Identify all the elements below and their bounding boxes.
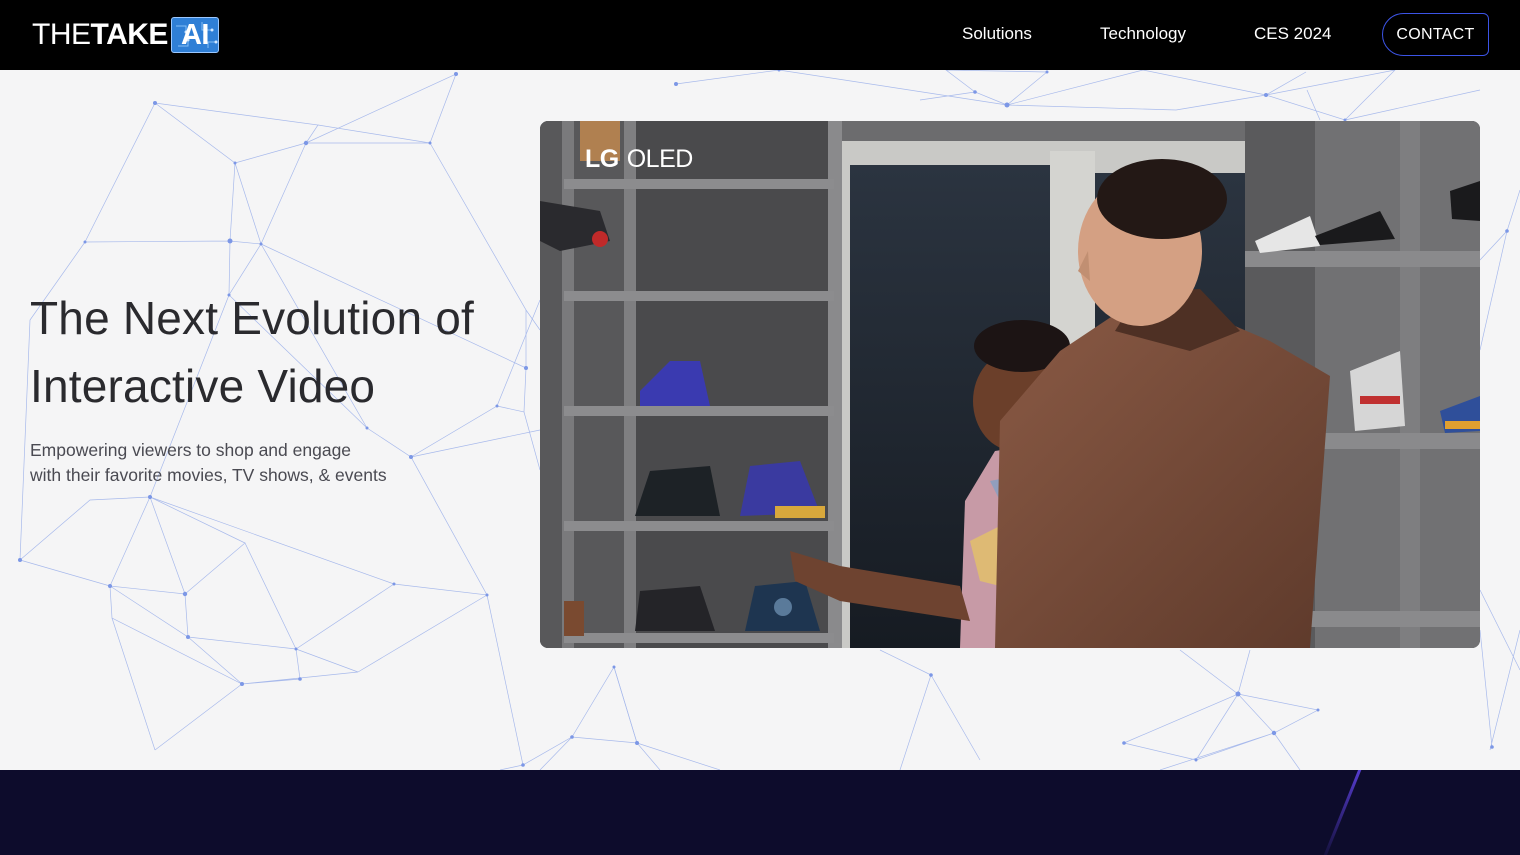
hero-title-line-1: The Next Evolution of <box>30 292 474 344</box>
lg-oled-brand-overlay: LG OLED <box>585 145 693 174</box>
logo-take: TAKE <box>90 18 169 51</box>
contact-button[interactable]: CONTACT <box>1382 13 1489 56</box>
logo-ai-text: AI <box>180 18 210 51</box>
logo-ai-badge: AI <box>170 17 219 53</box>
hero-text-block: The Next Evolution of Interactive Video … <box>30 284 474 488</box>
nav-ces-2024[interactable]: CES 2024 <box>1254 24 1332 44</box>
light-streak-decoration <box>1319 770 1364 855</box>
hero-title-line-2: Interactive Video <box>30 360 376 412</box>
top-nav-bar: THE TAKE AI Solutions Technology CES 202… <box>0 0 1520 70</box>
hero-video-player[interactable]: LG OLED <box>540 121 1480 648</box>
brand-oled: OLED <box>626 145 694 173</box>
hero-title: The Next Evolution of Interactive Video <box>30 284 474 420</box>
nav-technology[interactable]: Technology <box>1100 24 1186 44</box>
hero-subtitle: Empowering viewers to shop and engage wi… <box>30 438 410 488</box>
next-section-band <box>0 770 1520 855</box>
thetake-ai-logo[interactable]: THE TAKE AI <box>32 16 219 54</box>
brand-lg: LG <box>585 145 619 173</box>
nav-solutions[interactable]: Solutions <box>962 24 1032 44</box>
logo-the: THE <box>32 18 91 51</box>
hero-subtitle-line-1: Empowering viewers to shop and engage <box>30 440 352 460</box>
video-frame-scene <box>540 121 1480 648</box>
hero-subtitle-line-2: with their favorite movies, TV shows, & … <box>30 465 387 485</box>
